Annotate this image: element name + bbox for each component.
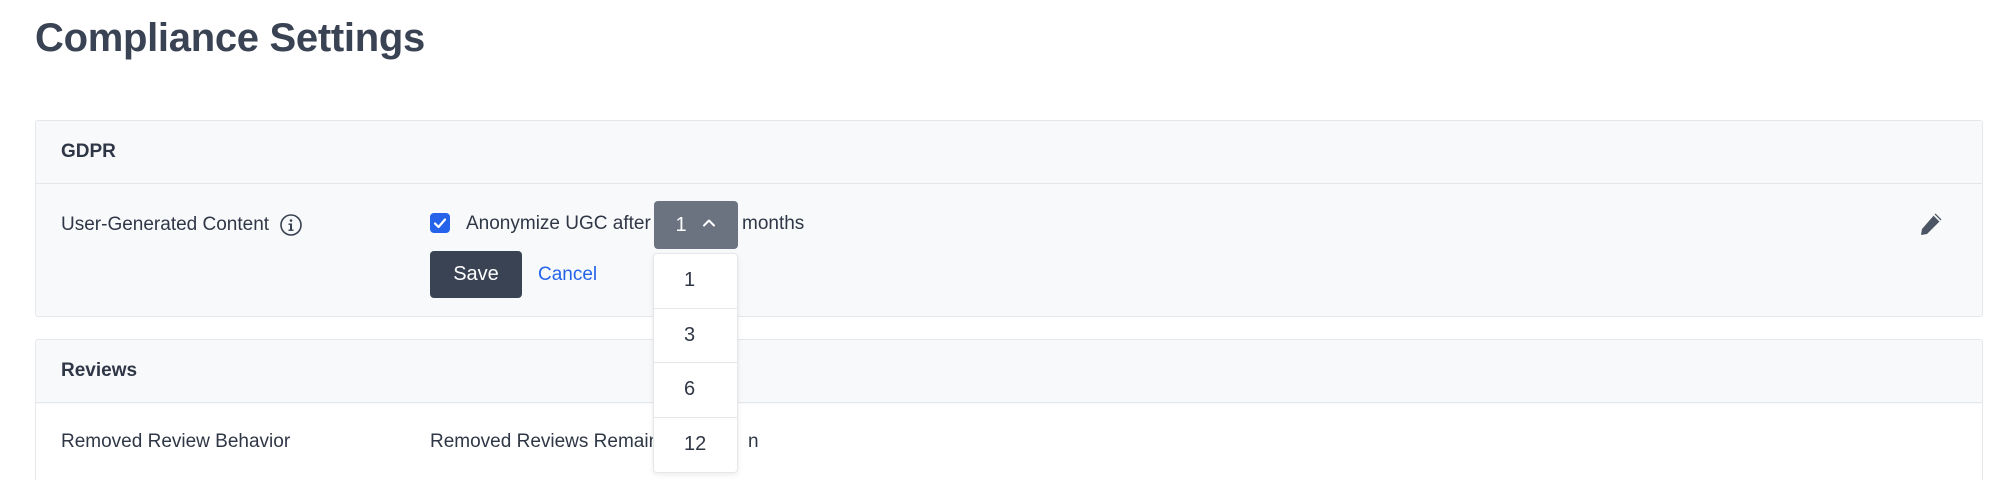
compliance-settings-page: Compliance Settings GDPR User-Generated … (0, 0, 2004, 480)
removed-review-behavior-value: Removed Reviews Remain (430, 431, 660, 452)
anonymize-suffix-text: months (742, 213, 805, 234)
gdpr-panel: GDPR User-Generated Content Anonymize UG… (35, 120, 1983, 317)
dropdown-option-3[interactable]: 3 (654, 309, 737, 363)
ugc-row-label: User-Generated Content (61, 213, 303, 237)
anonymize-checkbox[interactable] (430, 213, 450, 233)
removed-review-behavior-label: Removed Review Behavior (61, 431, 291, 452)
reviews-section-title: Reviews (36, 340, 1982, 403)
months-dropdown: 1 3 6 12 (653, 253, 738, 473)
ugc-label: User-Generated Content (61, 214, 270, 235)
chevron-up-icon (701, 214, 717, 237)
cancel-link[interactable]: Cancel (538, 264, 597, 286)
months-select[interactable]: 1 (654, 201, 738, 249)
reviews-panel: Reviews Removed Review Behavior Removed … (35, 339, 1983, 480)
anonymize-prefix-text: Anonymize UGC after (466, 213, 651, 234)
reviews-row: Removed Review Behavior Removed Reviews … (36, 404, 1982, 480)
months-select-value: 1 (675, 213, 687, 236)
info-icon[interactable] (279, 213, 303, 237)
dropdown-option-12[interactable]: 12 (654, 418, 737, 473)
page-title: Compliance Settings (35, 16, 425, 60)
removed-review-behavior-value-tail: n (748, 431, 759, 452)
dropdown-option-1[interactable]: 1 (654, 254, 737, 309)
pencil-icon[interactable] (1916, 209, 1946, 239)
save-button[interactable]: Save (430, 251, 522, 298)
gdpr-section-title: GDPR (36, 121, 1982, 184)
dropdown-option-6[interactable]: 6 (654, 363, 737, 418)
